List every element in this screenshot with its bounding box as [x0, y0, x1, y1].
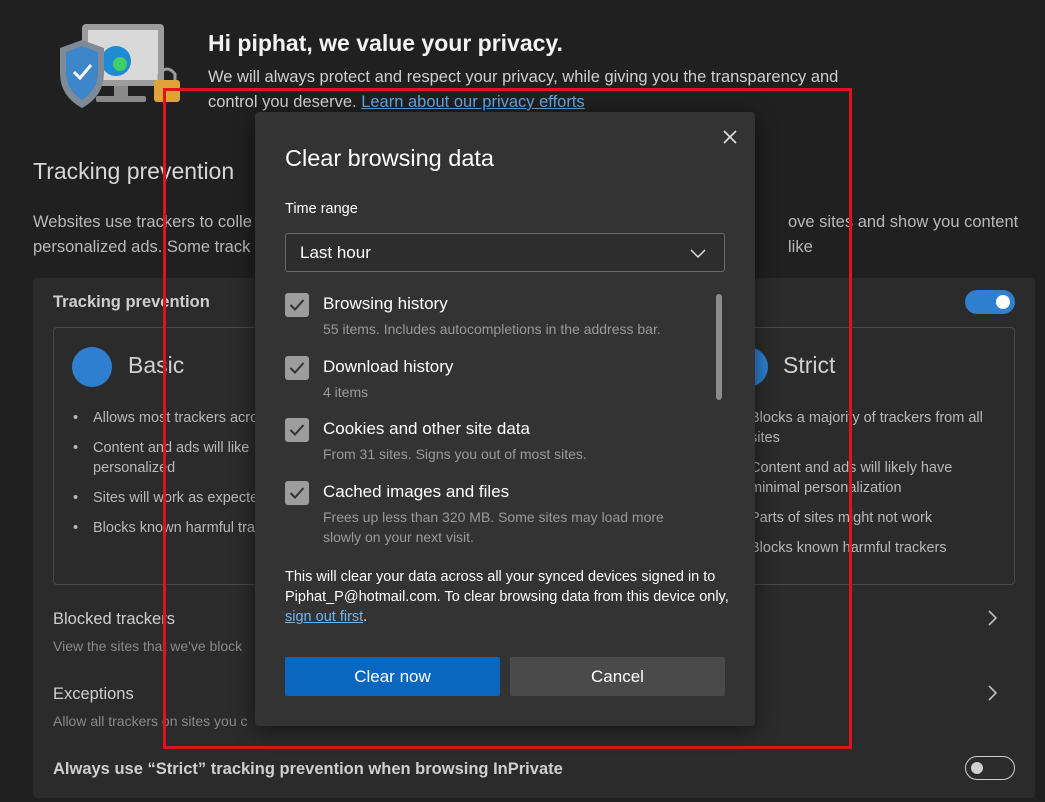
sync-notice-end: . [363, 609, 368, 625]
tracking-prevention-toggle[interactable] [965, 290, 1015, 314]
chevron-right-icon[interactable] [985, 608, 999, 628]
item-title: Download history [323, 357, 454, 376]
item-description: From 31 sites. Signs you out of most sit… [323, 446, 587, 462]
exceptions-title[interactable]: Exceptions [53, 685, 134, 704]
time-range-value: Last hour [300, 243, 371, 262]
chevron-down-icon [690, 249, 706, 259]
blocked-trackers-title[interactable]: Blocked trackers [53, 610, 175, 629]
item-title: Cached images and files [323, 482, 510, 501]
dialog-title: Clear browsing data [285, 145, 494, 171]
toggle-knob [996, 295, 1010, 309]
clear-browsing-data-dialog: Clear browsing data Time range Last hour… [255, 112, 755, 726]
sync-notice-text: This will clear your data across all you… [285, 569, 729, 605]
cancel-button[interactable]: Cancel [510, 657, 725, 696]
item-description: Frees up less than 320 MB. Some sites ma… [323, 509, 664, 545]
cookies-checkbox[interactable] [285, 418, 309, 442]
inprivate-strict-toggle[interactable] [965, 756, 1015, 780]
chevron-right-icon[interactable] [985, 683, 999, 703]
item-description: 4 items [323, 384, 369, 400]
checkmark-icon [289, 487, 305, 499]
time-range-select[interactable]: Last hour [285, 233, 725, 272]
clear-now-button[interactable]: Clear now [285, 657, 500, 696]
browsing-history-checkbox[interactable] [285, 293, 309, 317]
checkmark-icon [289, 299, 305, 311]
item-description: 55 items. Includes autocompletions in th… [323, 321, 661, 337]
sign-out-link[interactable]: sign out first [285, 609, 363, 625]
checkmark-icon [289, 424, 305, 436]
time-range-label: Time range [285, 201, 358, 217]
hero-title: Hi piphat, we value your privacy. [208, 30, 563, 56]
inprivate-strict-label: Always use “Strict” tracking prevention … [53, 760, 563, 778]
sync-notice: This will clear your data across all you… [285, 567, 730, 627]
item-title: Browsing history [323, 294, 448, 313]
basic-level-icon[interactable] [72, 347, 112, 387]
item-title: Cookies and other site data [323, 419, 530, 438]
close-icon[interactable] [720, 127, 740, 147]
cached-images-checkbox[interactable] [285, 481, 309, 505]
download-history-checkbox[interactable] [285, 356, 309, 380]
list-scrollbar[interactable] [716, 294, 722, 400]
checkmark-icon [289, 362, 305, 374]
toggle-knob [971, 762, 983, 774]
data-type-list[interactable]: Browsing history 55 items. Includes auto… [285, 292, 715, 545]
